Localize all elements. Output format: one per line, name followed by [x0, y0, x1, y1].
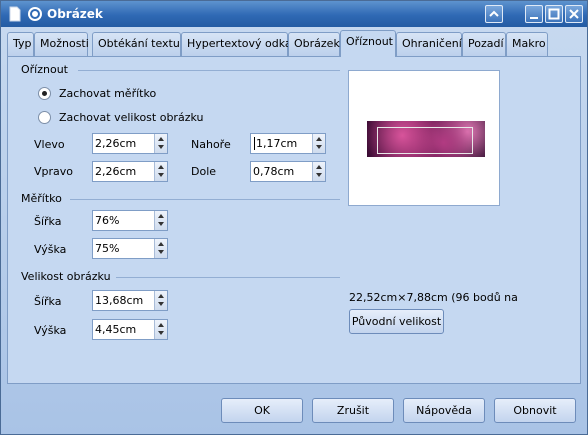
scale-width-label: Šířka — [34, 215, 62, 228]
scale-section-title: Měřítko — [21, 192, 62, 205]
size-height-spinbox[interactable]: 4,45cm — [92, 319, 168, 340]
tab-moznosti[interactable]: Možnosti — [34, 32, 89, 56]
title-bar[interactable]: Obrázek — [1, 1, 587, 27]
document-icon[interactable] — [7, 6, 23, 22]
size-width-spinbox[interactable]: 13,68cm — [92, 290, 168, 311]
window-title: Obrázek — [47, 7, 103, 21]
top-spinbox[interactable]: 1,17cm — [250, 133, 326, 154]
original-size-button[interactable]: Původní velikost — [349, 309, 444, 334]
size-width-value[interactable]: 13,68cm — [95, 294, 143, 307]
right-spin-arrows[interactable] — [154, 162, 167, 181]
size-width-label: Šířka — [34, 295, 62, 308]
scale-section-divider — [70, 199, 340, 200]
size-height-spin-arrows[interactable] — [154, 320, 167, 339]
minimize-button[interactable] — [525, 5, 543, 23]
keep-size-label[interactable]: Zachovat velikost obrázku — [59, 111, 203, 124]
reset-button[interactable]: Obnovit — [494, 398, 576, 423]
top-label: Nahoře — [191, 138, 231, 151]
bottom-spin-arrows[interactable] — [312, 162, 325, 181]
crop-section-divider — [78, 70, 340, 71]
bottom-spinbox[interactable]: 0,78cm — [250, 161, 326, 182]
left-value[interactable]: 2,26cm — [95, 137, 136, 150]
tab-ohraniceni[interactable]: Ohraničení — [396, 32, 462, 56]
scale-width-spinbox[interactable]: 76% — [92, 210, 168, 231]
bottom-value[interactable]: 0,78cm — [253, 165, 294, 178]
scale-width-value[interactable]: 76% — [95, 214, 119, 227]
scale-height-value[interactable]: 75% — [95, 242, 119, 255]
top-spin-arrows[interactable] — [312, 134, 325, 153]
help-button[interactable]: Nápověda — [403, 398, 485, 423]
top-value[interactable]: 1,17cm — [256, 137, 297, 150]
tab-obrazek[interactable]: Obrázek — [288, 32, 340, 56]
scale-height-spin-arrows[interactable] — [154, 239, 167, 258]
scale-width-spin-arrows[interactable] — [154, 211, 167, 230]
ok-button[interactable]: OK — [221, 398, 303, 423]
scale-height-spinbox[interactable]: 75% — [92, 238, 168, 259]
right-value[interactable]: 2,26cm — [95, 165, 136, 178]
app-menu-icon[interactable] — [27, 6, 43, 22]
crop-frame — [377, 127, 473, 154]
right-label: Vpravo — [34, 165, 74, 178]
tab-typ[interactable]: Typ — [7, 32, 34, 56]
text-cursor — [254, 137, 255, 150]
right-spinbox[interactable]: 2,26cm — [92, 161, 168, 182]
crop-section-title: Oříznout — [21, 63, 68, 76]
size-height-label: Výška — [34, 324, 67, 337]
tab-hypertextovy-odkaz[interactable]: Hypertextový odkaz — [181, 32, 297, 56]
tab-makro[interactable]: Makro — [506, 32, 548, 56]
size-width-spin-arrows[interactable] — [154, 291, 167, 310]
close-button[interactable] — [565, 5, 583, 23]
size-height-value[interactable]: 4,45cm — [95, 323, 136, 336]
scale-height-label: Výška — [34, 243, 67, 256]
crop-preview — [348, 70, 500, 206]
cancel-button[interactable]: Zrušit — [312, 398, 394, 423]
bottom-label: Dole — [191, 165, 217, 178]
left-label: Vlevo — [34, 138, 65, 151]
tab-pozadi[interactable]: Pozadí — [462, 32, 506, 56]
image-size-section-divider — [116, 277, 340, 278]
maximize-button[interactable] — [545, 5, 563, 23]
crop-tab-panel: Oříznout Zachovat měřítko Zachovat velik… — [7, 56, 581, 384]
left-spin-arrows[interactable] — [154, 134, 167, 153]
image-info-text: 22,52cm×7,88cm (96 bodů na — [349, 291, 518, 304]
keep-scale-radio[interactable] — [38, 87, 51, 100]
tab-oriznout[interactable]: Oříznout — [340, 30, 396, 57]
shade-button[interactable] — [485, 5, 503, 23]
left-spinbox[interactable]: 2,26cm — [92, 133, 168, 154]
tab-obtekani-textu[interactable]: Obtékání textu — [92, 32, 181, 56]
image-size-section-title: Velikost obrázku — [21, 270, 111, 283]
keep-size-radio[interactable] — [38, 111, 51, 124]
image-dialog: Obrázek Typ Možnosti Obtékání textu Hype… — [0, 0, 588, 435]
keep-scale-label[interactable]: Zachovat měřítko — [59, 87, 156, 100]
